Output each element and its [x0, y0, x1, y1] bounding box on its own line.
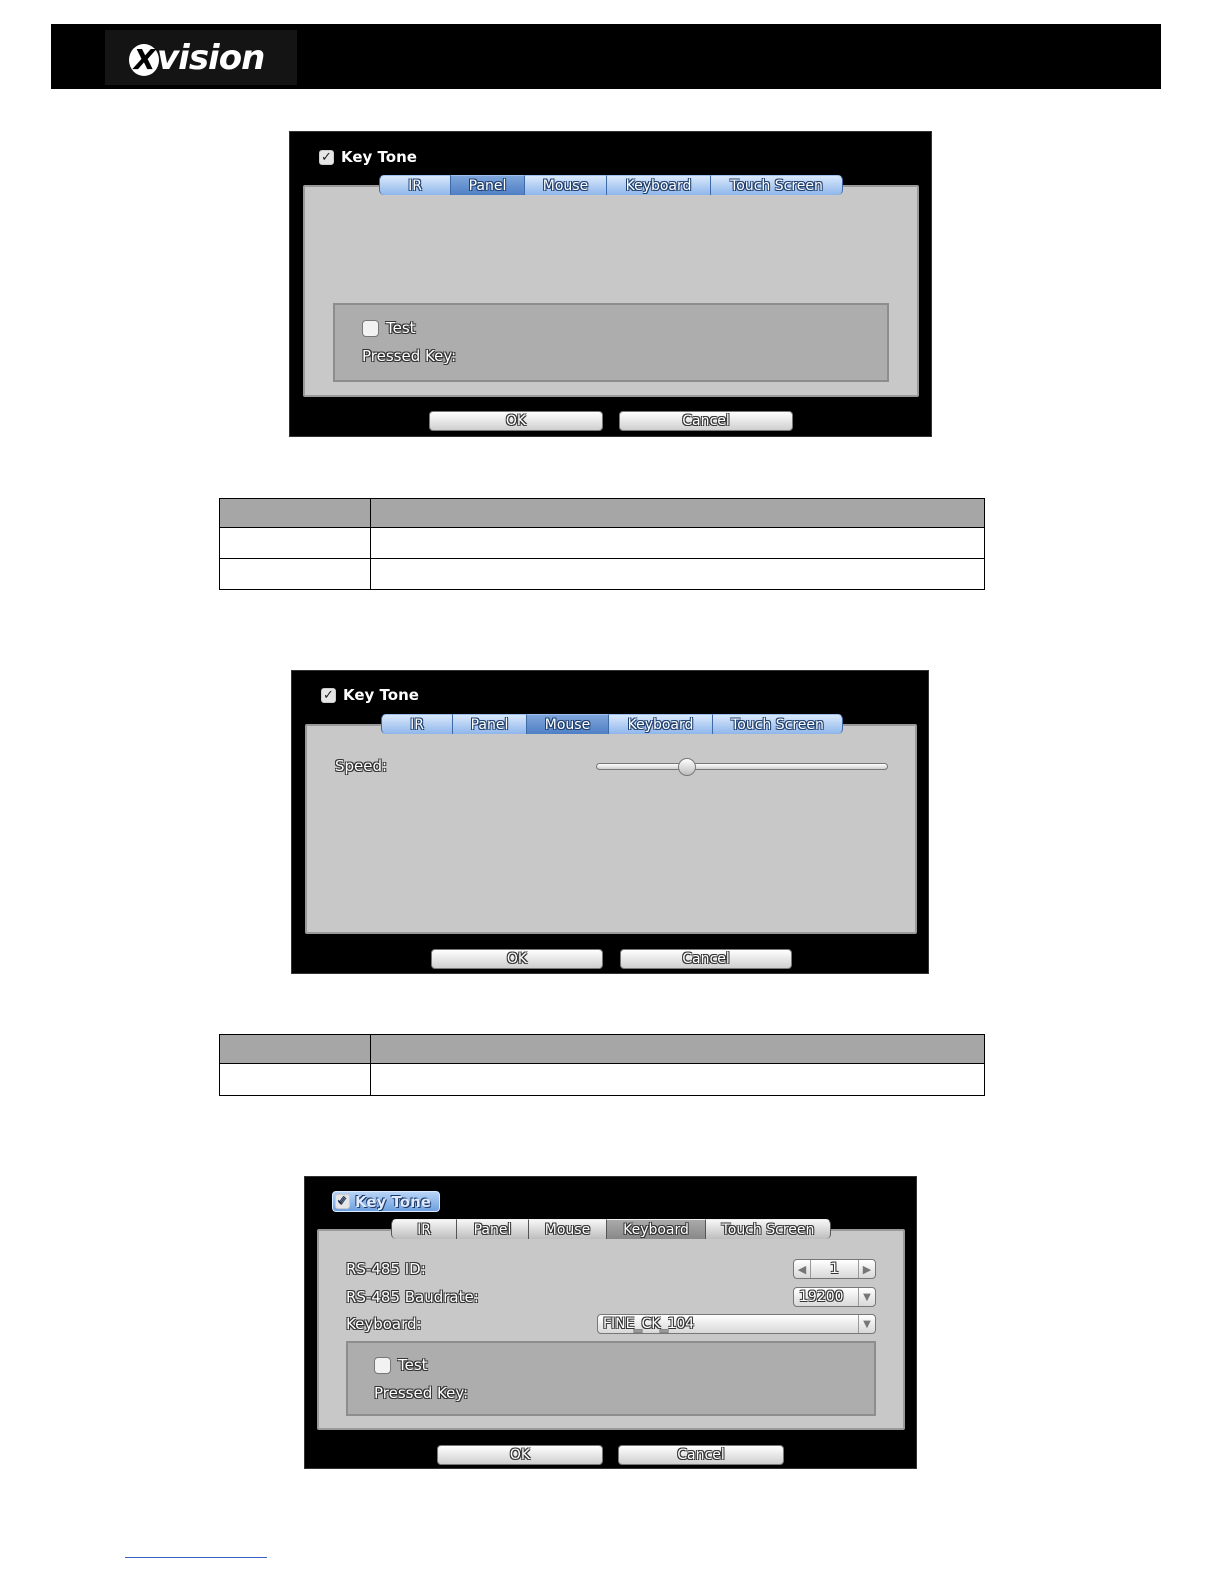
tab-touch-screen[interactable]: Touch Screen — [706, 1219, 831, 1239]
tab-panel[interactable]: Panel — [457, 1219, 529, 1239]
speed-label: Speed: — [335, 757, 388, 775]
check-icon: ✓ — [321, 687, 336, 703]
tab-panel[interactable]: Panel — [453, 714, 527, 734]
settings-tabs: IR Panel Mouse Keyboard Touch Screen — [379, 175, 843, 195]
rs485-baudrate-select[interactable]: 19200 ▼ — [793, 1287, 876, 1307]
logo-text: Xvision — [129, 37, 265, 78]
table-header-row — [219, 498, 985, 528]
key-tone-checkbox[interactable]: ✓ Key Tone — [321, 686, 419, 704]
tab-ir[interactable]: IR — [381, 714, 453, 734]
ok-button[interactable]: OK — [437, 1445, 603, 1465]
panel-settings-dialog: ✓ Key Tone IR Panel Mouse Keyboard Touch… — [289, 131, 932, 437]
rs485-id-spinner[interactable]: ◀ 1 ▶ — [793, 1259, 876, 1279]
pressed-key-label: Pressed Key: — [362, 347, 457, 365]
check-icon: ✓ — [335, 1194, 350, 1209]
table-row — [219, 558, 985, 590]
ok-button[interactable]: OK — [431, 949, 603, 969]
table-header-row — [219, 1034, 985, 1064]
table-row — [219, 1063, 985, 1096]
cancel-button[interactable]: Cancel — [619, 411, 793, 431]
tab-panel[interactable]: Panel — [451, 175, 525, 195]
xvision-logo: Xvision — [105, 30, 297, 85]
rs485-baudrate-label: RS-485 Baudrate: — [346, 1288, 479, 1306]
key-tone-label: Key Tone — [343, 686, 419, 704]
cancel-button[interactable]: Cancel — [618, 1445, 784, 1465]
key-tone-checkbox[interactable]: ✓ Key Tone — [332, 1191, 440, 1212]
test-label: Test — [386, 319, 416, 337]
settings-tabs: IR Panel Mouse Keyboard Touch Screen — [391, 1219, 831, 1239]
unchecked-box-icon — [374, 1356, 391, 1374]
unchecked-box-icon — [362, 319, 379, 337]
footer-link-underline[interactable] — [125, 1557, 267, 1558]
test-checkbox[interactable]: Test — [362, 319, 416, 337]
key-tone-label: Key Tone — [355, 1192, 431, 1211]
chevron-down-icon[interactable]: ▼ — [858, 1288, 875, 1306]
tab-touch-screen[interactable]: Touch Screen — [713, 714, 843, 734]
rs485-baudrate-value: 19200 — [799, 1289, 844, 1305]
description-table-1 — [219, 498, 985, 590]
mouse-settings-dialog: ✓ Key Tone IR Panel Mouse Keyboard Touch… — [291, 670, 929, 974]
key-tone-label: Key Tone — [341, 148, 417, 166]
check-icon: ✓ — [319, 149, 334, 165]
ok-button[interactable]: OK — [429, 411, 603, 431]
test-group — [333, 303, 889, 382]
tab-mouse[interactable]: Mouse — [529, 1219, 607, 1239]
tab-mouse[interactable]: Mouse — [527, 714, 609, 734]
chevron-left-icon[interactable]: ◀ — [794, 1260, 811, 1278]
tab-keyboard[interactable]: Keyboard — [607, 175, 711, 195]
cancel-button[interactable]: Cancel — [620, 949, 792, 969]
description-table-2 — [219, 1034, 985, 1096]
pressed-key-label: Pressed Key: — [374, 1384, 469, 1402]
speed-slider[interactable] — [596, 763, 888, 770]
tab-keyboard[interactable]: Keyboard — [609, 714, 713, 734]
tab-touch-screen[interactable]: Touch Screen — [711, 175, 843, 195]
keyboard-select[interactable]: FINE_CK_104 ▼ — [597, 1314, 876, 1334]
chevron-down-icon[interactable]: ▼ — [858, 1315, 875, 1333]
speed-slider-thumb[interactable] — [677, 758, 696, 776]
keyboard-settings-dialog: ✓ Key Tone IR Panel Mouse Keyboard Touch… — [304, 1176, 917, 1469]
tab-ir[interactable]: IR — [379, 175, 451, 195]
tab-content-panel — [305, 724, 917, 934]
logo-word: vision — [157, 37, 265, 78]
key-tone-checkbox[interactable]: ✓ Key Tone — [319, 148, 417, 166]
logo-mark: X — [129, 43, 159, 76]
keyboard-value: FINE_CK_104 — [603, 1316, 695, 1332]
table-row — [219, 527, 985, 559]
rs485-id-value: 1 — [830, 1261, 839, 1277]
tab-ir[interactable]: IR — [391, 1219, 457, 1239]
rs485-id-label: RS-485 ID: — [346, 1260, 426, 1278]
tab-keyboard[interactable]: Keyboard — [607, 1219, 706, 1239]
test-group — [346, 1341, 876, 1416]
keyboard-label: Keyboard: — [346, 1315, 422, 1333]
settings-tabs: IR Panel Mouse Keyboard Touch Screen — [381, 714, 843, 734]
test-label: Test — [398, 1356, 428, 1374]
tab-mouse[interactable]: Mouse — [525, 175, 607, 195]
test-checkbox[interactable]: Test — [374, 1356, 428, 1374]
chevron-right-icon[interactable]: ▶ — [858, 1260, 875, 1278]
